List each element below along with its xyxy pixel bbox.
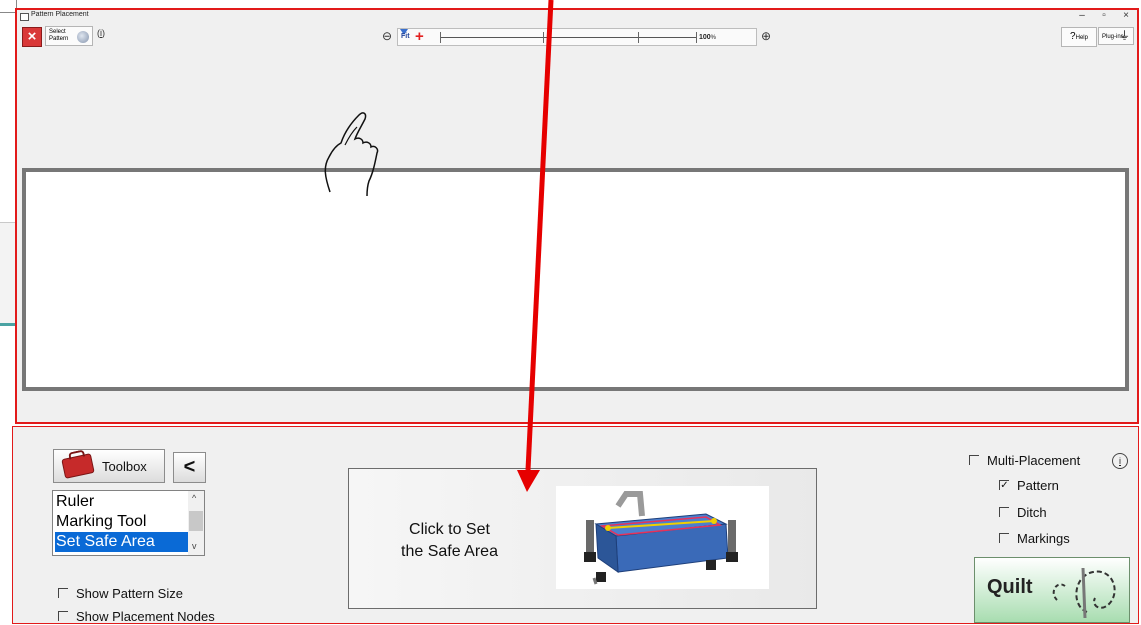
scroll-up-icon[interactable]: ^ bbox=[192, 493, 196, 503]
checkbox-box[interactable] bbox=[999, 532, 1009, 543]
show-pattern-size-checkbox[interactable]: Show Pattern Size bbox=[58, 586, 183, 602]
toolbar: × Select Pattern (i) ⊖ Fit + 100% ⊕ ?Hel… bbox=[17, 24, 1137, 50]
control-panel: Toolbox < Ruler Marking Tool Set Safe Ar… bbox=[12, 426, 1139, 624]
zoom-slider[interactable]: Fit + 100% bbox=[397, 28, 757, 46]
pattern-placement-window: Pattern Placement – ▫ × × Select Pattern… bbox=[15, 8, 1139, 424]
checkbox-box[interactable] bbox=[999, 506, 1009, 517]
close-pattern-button[interactable]: × bbox=[22, 27, 42, 47]
zoom-100-value: 100 bbox=[698, 34, 711, 41]
pattern-checkbox[interactable]: ✓ Pattern bbox=[999, 478, 1059, 494]
select-pattern-button[interactable]: Select Pattern bbox=[45, 26, 93, 46]
restore-button[interactable]: ▫ bbox=[1097, 10, 1111, 22]
show-pattern-size-label: Show Pattern Size bbox=[76, 586, 183, 601]
show-placement-nodes-label: Show Placement Nodes bbox=[76, 609, 215, 624]
toolbar-info-button[interactable]: (i) bbox=[97, 28, 105, 38]
scroll-down-icon[interactable]: v bbox=[192, 541, 197, 551]
zoom-tick bbox=[638, 32, 639, 43]
multi-placement-label: Multi-Placement bbox=[987, 453, 1081, 468]
tool-list-scrollbar[interactable]: ^ v bbox=[188, 491, 204, 555]
markings-checkbox[interactable]: Markings bbox=[999, 531, 1070, 547]
zoom-100-label[interactable]: 100% bbox=[699, 34, 716, 41]
toolbar-info-label: i bbox=[100, 28, 102, 38]
checkbox-checked[interactable]: ✓ bbox=[999, 479, 1009, 490]
zoom-out-icon[interactable]: ⊖ bbox=[380, 29, 394, 43]
minimize-button[interactable]: – bbox=[1075, 10, 1089, 22]
safe-area-line2: the Safe Area bbox=[401, 543, 498, 560]
set-safe-area-button[interactable]: Click to Set the Safe Area bbox=[348, 468, 817, 609]
quilt-button[interactable]: Quilt bbox=[974, 557, 1130, 623]
checkbox-box[interactable] bbox=[969, 454, 979, 465]
zoom-fit-label[interactable]: Fit bbox=[401, 33, 410, 40]
tool-item-set-safe-area[interactable]: Set Safe Area bbox=[55, 532, 190, 552]
zoom-tick bbox=[440, 32, 441, 43]
ditch-checkbox[interactable]: Ditch bbox=[999, 505, 1047, 521]
toolbox-icon bbox=[61, 453, 95, 479]
markings-option-label: Markings bbox=[1017, 531, 1070, 546]
quilt-canvas[interactable] bbox=[22, 168, 1129, 391]
help-label: Help bbox=[1075, 35, 1088, 41]
multi-placement-info-button[interactable]: i bbox=[1112, 453, 1128, 469]
zoom-tick bbox=[543, 32, 544, 43]
multi-placement-checkbox[interactable]: Multi-Placement bbox=[969, 453, 1080, 469]
toolbox-button[interactable]: Toolbox bbox=[53, 449, 165, 483]
show-placement-nodes-checkbox[interactable]: Show Placement Nodes bbox=[58, 609, 215, 625]
pattern-stack-icon bbox=[77, 31, 89, 43]
tool-item-ruler[interactable]: Ruler bbox=[55, 492, 190, 512]
zoom-in-icon[interactable]: ⊕ bbox=[759, 29, 773, 43]
pattern-option-label: Pattern bbox=[1017, 478, 1059, 493]
plug-icon: ⏚ bbox=[1119, 30, 1130, 42]
plugins-button[interactable]: Plug-ins ⏚ bbox=[1098, 27, 1134, 45]
quilting-machine-image bbox=[556, 486, 769, 589]
title-bar: Pattern Placement – ▫ × bbox=[17, 10, 1137, 24]
pointing-hand-icon bbox=[324, 112, 379, 197]
tool-item-marking-tool[interactable]: Marking Tool bbox=[55, 512, 190, 532]
zoom-track-line bbox=[440, 37, 696, 38]
zoom-percent-sign: % bbox=[710, 35, 716, 41]
scroll-thumb[interactable] bbox=[189, 511, 203, 531]
window-icon bbox=[20, 13, 29, 21]
zoom-slider-handle[interactable]: + bbox=[415, 29, 424, 44]
window-title: Pattern Placement bbox=[31, 11, 89, 18]
safe-area-button-text: Click to Set the Safe Area bbox=[401, 519, 498, 563]
safe-area-line1: Click to Set bbox=[409, 521, 490, 538]
checkbox-box[interactable] bbox=[58, 587, 68, 598]
checkbox-box[interactable] bbox=[58, 610, 68, 621]
zoom-tick bbox=[696, 32, 697, 43]
tool-list[interactable]: Ruler Marking Tool Set Safe Area ^ v bbox=[52, 490, 205, 556]
quilt-stitch-icon bbox=[1052, 567, 1116, 619]
background-panel-edge bbox=[0, 222, 16, 326]
window-close-button[interactable]: × bbox=[1119, 10, 1133, 22]
quilt-label: Quilt bbox=[987, 576, 1033, 598]
ditch-option-label: Ditch bbox=[1017, 505, 1047, 520]
help-button[interactable]: ?Help bbox=[1061, 27, 1097, 47]
toolbox-label: Toolbox bbox=[102, 459, 147, 474]
collapse-button[interactable]: < bbox=[173, 452, 206, 483]
